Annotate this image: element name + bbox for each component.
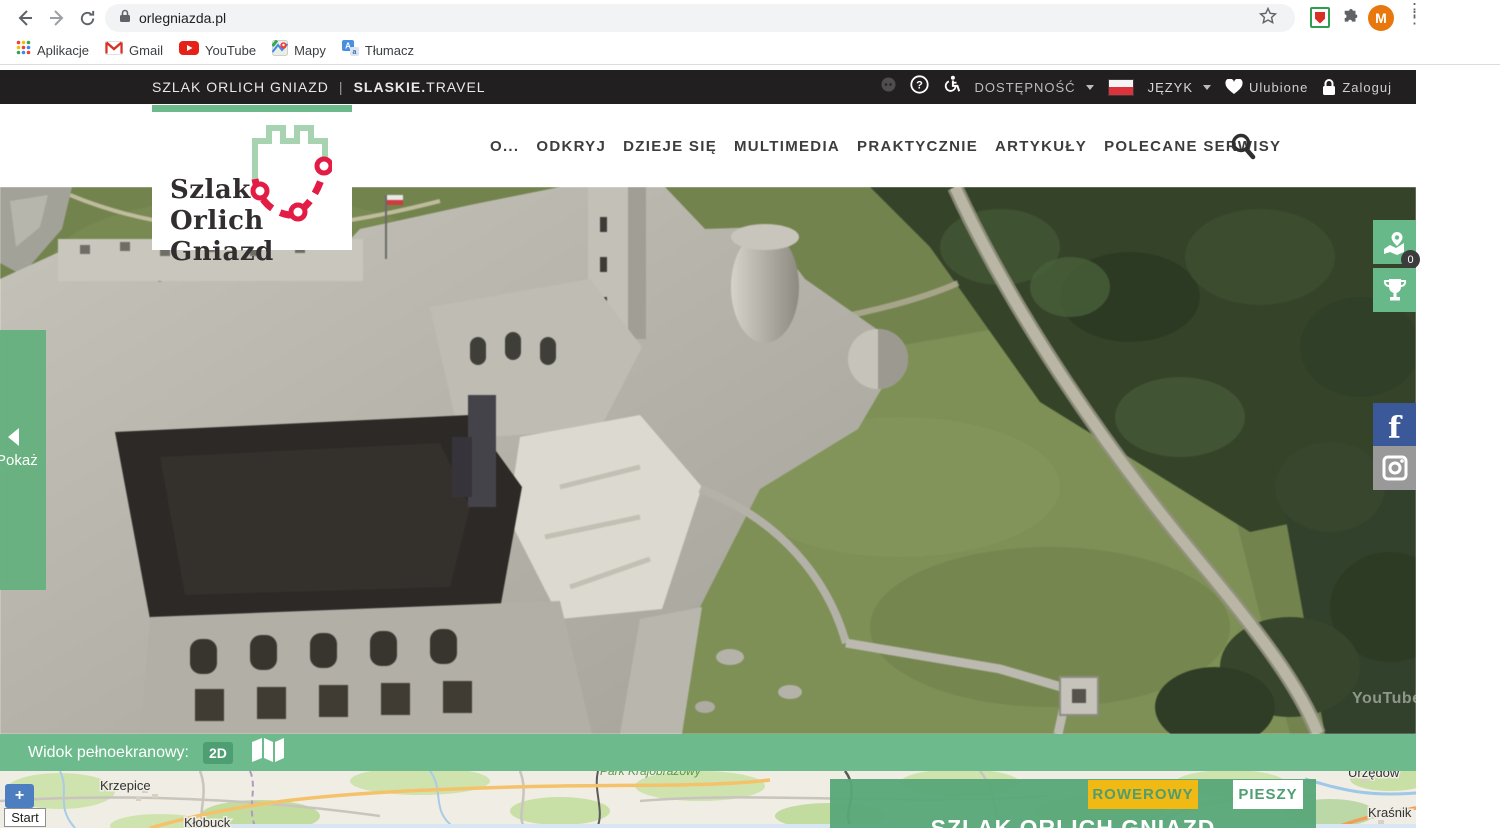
nav-item-odkryj[interactable]: ODKRYJ — [536, 138, 606, 155]
show-panel-label: Pokaż — [0, 452, 38, 469]
trip-count-badge: 0 — [1401, 250, 1420, 269]
youtube-icon — [179, 41, 199, 60]
contrast-icon[interactable] — [881, 77, 896, 97]
site-top-bar: SZLAK ORLICH GNIAZD | SLASKIE.TRAVEL ? D… — [0, 70, 1416, 104]
bookmarks-bar: Aplikacje Gmail YouTube Mapy Aa Tłumacz — [0, 36, 1500, 64]
fullscreen-bar: Widok pełnoekranowy: 2D — [0, 734, 1416, 771]
map-zoom-in-button[interactable]: + — [5, 784, 34, 808]
logo-text: Szlak Orlich Gniazd — [170, 175, 352, 268]
browser-toolbar: orlegniazda.pl M ⋮⋮ — [0, 0, 1500, 36]
bookmark-translate[interactable]: Aa Tłumacz — [342, 40, 414, 61]
logo-green-strip — [152, 105, 352, 112]
nav-item-artykuly[interactable]: ARTYKUŁY — [995, 138, 1087, 155]
chevron-down-icon — [1086, 85, 1094, 90]
forward-button[interactable] — [44, 5, 70, 31]
main-navigation: O... ODKRYJ DZIEJE SIĘ MULTIMEDIA PRAKTY… — [490, 138, 1281, 155]
url-text: orlegniazda.pl — [139, 10, 226, 26]
bookmark-youtube[interactable]: YouTube — [179, 41, 256, 60]
map-label-krzepice: Krzepice — [100, 778, 151, 793]
chrome-divider — [0, 64, 1500, 65]
nav-item-dzieje-sie[interactable]: DZIEJE SIĘ — [623, 138, 717, 155]
bookmark-gmail[interactable]: Gmail — [105, 41, 163, 60]
address-bar[interactable]: orlegniazda.pl — [105, 4, 1295, 32]
extensions-puzzle-icon[interactable] — [1338, 5, 1364, 31]
accessibility-wheelchair-icon[interactable] — [943, 75, 961, 99]
refresh-button[interactable] — [74, 5, 100, 31]
back-button[interactable] — [12, 5, 38, 31]
bike-route-button[interactable]: ROWEROWY — [1088, 780, 1198, 809]
chevron-down-icon — [1203, 85, 1211, 90]
map-label-park: Park Krajobrazowy — [600, 771, 702, 778]
site-top-title[interactable]: SZLAK ORLICH GNIAZD — [152, 79, 329, 95]
trophy-icon — [1382, 277, 1408, 303]
favorites-link[interactable]: Ulubione — [1225, 79, 1308, 95]
trophy-button[interactable] — [1373, 268, 1416, 312]
facebook-icon: f — [1388, 414, 1401, 444]
map-start-tooltip: Start — [4, 808, 46, 827]
svg-text:a: a — [352, 49, 356, 56]
lock-icon — [119, 9, 131, 28]
help-icon[interactable]: ? — [910, 75, 929, 99]
browser-menu-icon[interactable]: ⋮⋮ — [1406, 6, 1423, 22]
nav-item-multimedia[interactable]: MULTIMEDIA — [734, 138, 840, 155]
fullscreen-label: Widok pełnoekranowy: — [28, 744, 189, 762]
slaskie-travel-link[interactable]: SLASKIE.TRAVEL — [354, 79, 486, 95]
mode-2d-button[interactable]: 2D — [203, 742, 233, 764]
svg-text:?: ? — [916, 79, 923, 91]
show-panel-toggle[interactable]: Pokaż — [0, 330, 46, 590]
extension-shield-icon[interactable] — [1310, 7, 1330, 28]
instagram-button[interactable] — [1373, 446, 1416, 490]
nav-item-o[interactable]: O... — [490, 138, 519, 155]
polish-flag-icon[interactable] — [1108, 79, 1134, 96]
bookmark-star-icon[interactable] — [1259, 7, 1277, 30]
map-label-klobuck: Kłobuck — [184, 815, 231, 828]
bookmark-maps[interactable]: Mapy — [272, 40, 326, 61]
title-separator: | — [339, 79, 344, 95]
lock-icon — [1322, 79, 1336, 96]
map-label-urzedow: Urzędów — [1348, 771, 1400, 780]
nav-item-praktycznie[interactable]: PRAKTYCZNIE — [857, 138, 978, 155]
login-link[interactable]: Zaloguj — [1322, 79, 1392, 96]
apps-grid-icon — [16, 40, 31, 60]
hero-video[interactable] — [0, 187, 1416, 734]
youtube-watermark: YouTube — [1352, 690, 1422, 708]
gmail-icon — [105, 41, 123, 60]
map-label-krasnik: Kraśnik — [1368, 805, 1412, 820]
facebook-button[interactable]: f — [1373, 403, 1416, 447]
search-icon[interactable] — [1230, 132, 1257, 165]
profile-avatar[interactable]: M — [1368, 5, 1394, 31]
walk-route-button[interactable]: PIESZY — [1233, 780, 1303, 809]
fullscreen-map-icon[interactable] — [251, 738, 285, 767]
language-dropdown[interactable]: JĘZYK — [1148, 80, 1211, 95]
heart-icon — [1225, 79, 1243, 95]
accessibility-dropdown[interactable]: DOSTĘPNOŚĆ — [975, 80, 1094, 95]
route-panel: ROWEROWY PIESZY SZLAK ORLICH GNIAZD — [830, 779, 1316, 828]
translate-icon: Aa — [342, 40, 359, 61]
site-logo[interactable]: Szlak Orlich Gniazd — [152, 105, 352, 250]
trip-map-button[interactable]: 0 — [1373, 220, 1416, 264]
instagram-icon — [1382, 455, 1408, 481]
bookmark-apps[interactable]: Aplikacje — [16, 40, 89, 60]
collapse-left-icon — [8, 428, 19, 446]
maps-icon — [272, 40, 288, 61]
route-panel-title: SZLAK ORLICH GNIAZD — [830, 815, 1316, 828]
